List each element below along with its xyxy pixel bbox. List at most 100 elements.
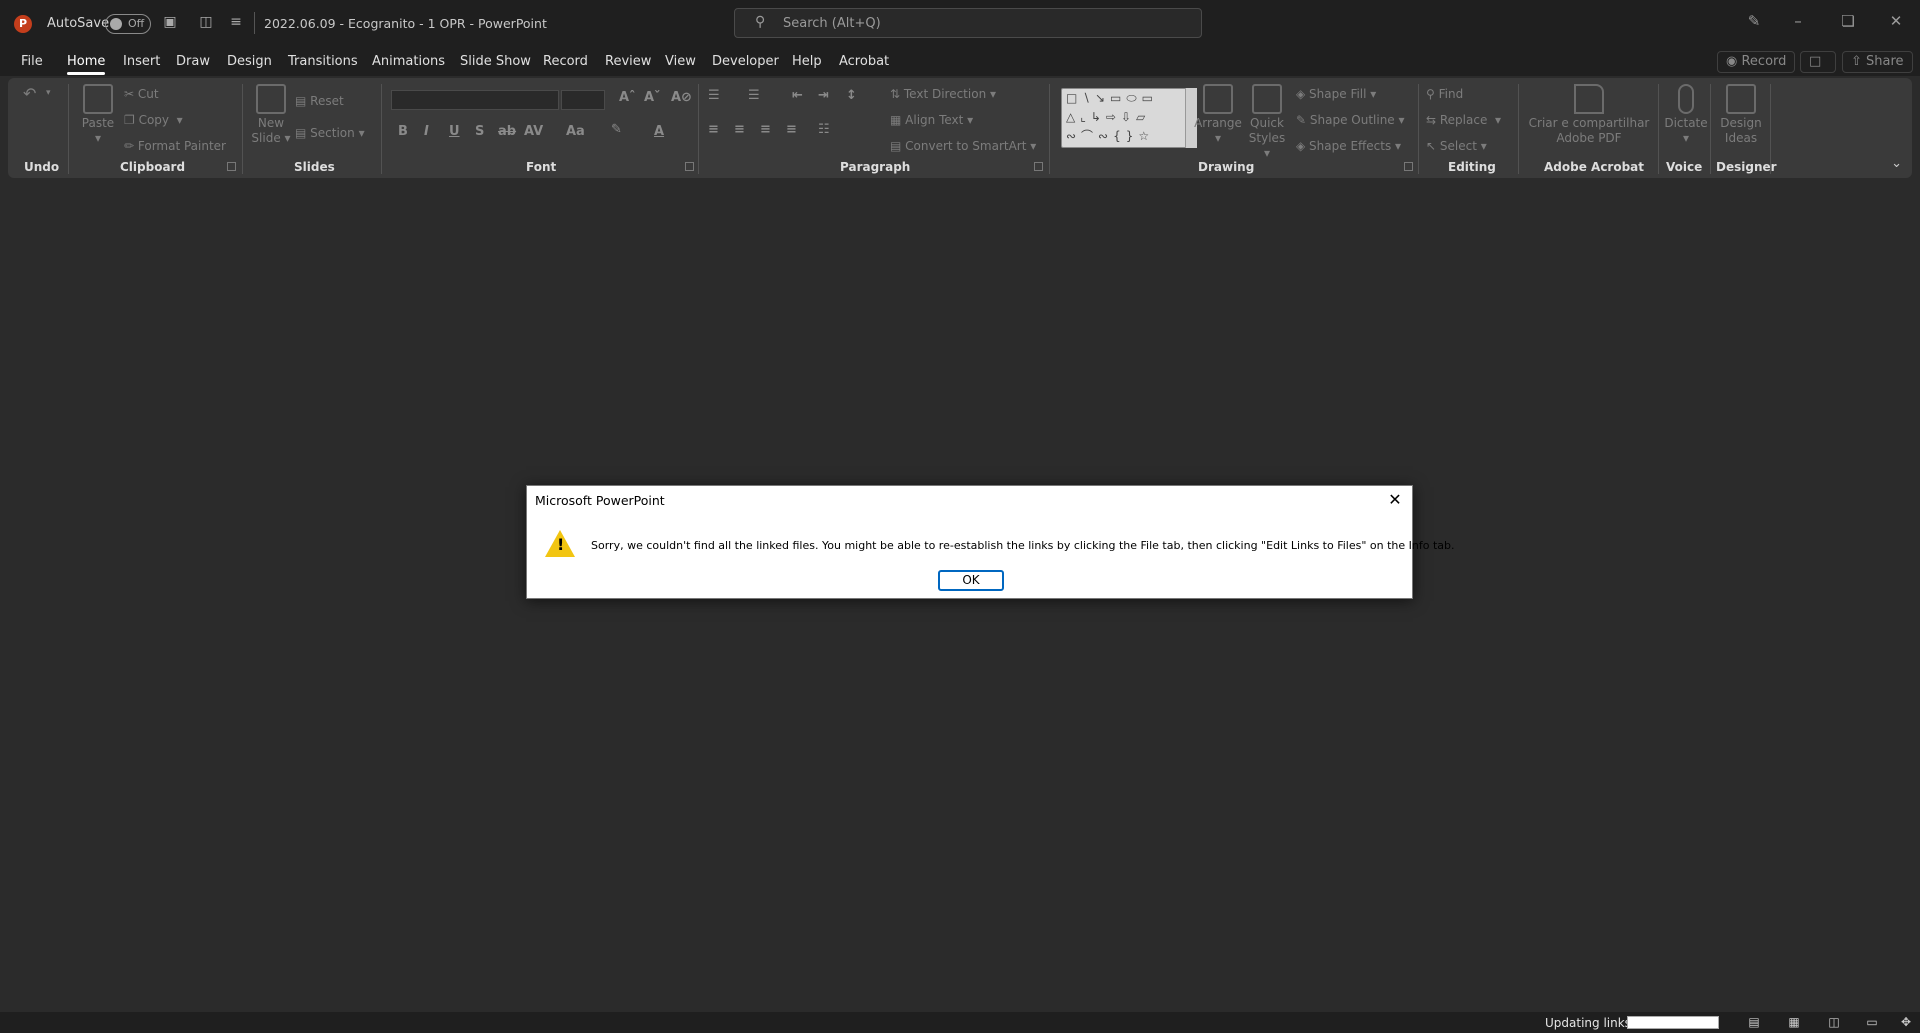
- collapse-ribbon-icon[interactable]: ⌄: [1891, 156, 1902, 171]
- paragraph-launcher-icon[interactable]: [1034, 162, 1043, 171]
- record-button[interactable]: ◉ Record: [1717, 51, 1796, 73]
- share-button[interactable]: ⇧ Share: [1842, 51, 1913, 73]
- minimize-icon[interactable]: –: [1786, 12, 1810, 34]
- drawing-launcher-icon[interactable]: [1404, 162, 1413, 171]
- tab-insert[interactable]: Insert: [123, 54, 160, 69]
- tab-record[interactable]: Record: [543, 54, 588, 69]
- customize-quick-access-icon[interactable]: ≡: [226, 14, 246, 34]
- slide-sorter-icon[interactable]: ▦: [1786, 1015, 1802, 1030]
- dialog-close-icon[interactable]: ✕: [1384, 489, 1406, 511]
- find-button[interactable]: ⚲ Find: [1426, 87, 1463, 101]
- text-direction-button[interactable]: ⇅ Text Direction ▾: [890, 87, 996, 101]
- slide-show-icon[interactable]: ▭: [1864, 1015, 1880, 1030]
- cut-button[interactable]: ✂ Cut: [124, 87, 159, 101]
- format-painter-button[interactable]: ✏ Format Painter: [124, 139, 226, 153]
- pdf-icon: [1574, 84, 1604, 114]
- line-spacing-icon[interactable]: ↕: [846, 88, 857, 103]
- arrange-label: Arrange: [1194, 116, 1242, 130]
- autosave-toggle[interactable]: Off: [105, 14, 151, 34]
- bullets-icon[interactable]: ☰: [708, 88, 720, 103]
- section-button[interactable]: ▤ Section ▾: [295, 126, 365, 140]
- justify-icon[interactable]: ≡: [786, 122, 797, 137]
- pen-icon[interactable]: ✎: [1742, 12, 1766, 34]
- fit-slide-icon[interactable]: ✥: [1898, 1015, 1914, 1030]
- clear-formatting-icon[interactable]: A⊘: [671, 90, 692, 105]
- italic-button[interactable]: I: [424, 124, 429, 139]
- group-label-voice: Voice: [1666, 160, 1703, 174]
- font-color-icon[interactable]: A: [654, 124, 664, 139]
- new-slide-button[interactable]: New Slide ▾: [248, 84, 294, 146]
- shape-outline-button[interactable]: ✎ Shape Outline ▾: [1296, 113, 1405, 127]
- character-spacing-button[interactable]: AV: [524, 124, 543, 139]
- tab-animations[interactable]: Animations: [372, 54, 445, 69]
- comments-icon[interactable]: □: [1800, 51, 1836, 73]
- save-icon[interactable]: ▣: [160, 14, 180, 34]
- font-launcher-icon[interactable]: [685, 162, 694, 171]
- shapes-gallery[interactable]: □∖↘▭⬭▭ △⌞↳⇨⇩▱ ∾⌒∾{}☆: [1061, 88, 1197, 148]
- tab-help[interactable]: Help: [792, 54, 822, 69]
- undo-icon[interactable]: ↶: [23, 84, 36, 103]
- dictate-button[interactable]: Dictate ▾: [1664, 84, 1708, 146]
- select-button[interactable]: ↖ Select ▾: [1426, 139, 1487, 153]
- quick-styles-button[interactable]: Quick Styles ▾: [1244, 84, 1290, 161]
- columns-icon[interactable]: ☷: [818, 122, 830, 137]
- tab-review[interactable]: Review: [605, 54, 651, 69]
- undo-dropdown-icon[interactable]: ▾: [46, 88, 51, 98]
- highlight-color-icon[interactable]: ✎: [611, 122, 622, 137]
- numbering-icon[interactable]: ☰: [748, 88, 760, 103]
- present-from-beginning-icon[interactable]: ◫: [196, 14, 216, 34]
- arrange-button[interactable]: Arrange ▾: [1194, 84, 1242, 146]
- tab-developer[interactable]: Developer: [712, 54, 779, 69]
- ok-button[interactable]: OK: [938, 570, 1004, 591]
- font-size-combo[interactable]: [561, 90, 605, 110]
- text-shadow-button[interactable]: S: [475, 124, 484, 139]
- change-case-button[interactable]: Aa: [566, 124, 585, 139]
- search-box[interactable]: ⚲ Search (Alt+Q): [734, 8, 1202, 38]
- tab-acrobat[interactable]: Acrobat: [839, 54, 889, 69]
- normal-view-icon[interactable]: ▤: [1746, 1015, 1762, 1030]
- convert-smartart-button[interactable]: ▤ Convert to SmartArt ▾: [890, 139, 1036, 153]
- group-label-adobe-acrobat: Adobe Acrobat: [1544, 160, 1645, 174]
- arrange-icon: [1203, 84, 1233, 114]
- powerpoint-logo-icon: P: [14, 15, 32, 33]
- paste-icon: [83, 84, 113, 114]
- restore-icon[interactable]: ❏: [1836, 12, 1860, 34]
- paste-button[interactable]: Paste ▾: [78, 84, 118, 146]
- replace-button[interactable]: ⇆ Replace ▾: [1426, 113, 1501, 127]
- autosave-state: Off: [128, 17, 145, 30]
- tab-file[interactable]: File: [21, 54, 43, 69]
- design-ideas-button[interactable]: Design Ideas: [1716, 84, 1766, 146]
- tab-view[interactable]: View: [665, 54, 696, 69]
- dictate-label: Dictate: [1664, 116, 1708, 130]
- increase-font-size-icon[interactable]: Aˆ: [619, 90, 636, 105]
- new-slide-label-2: Slide: [251, 131, 281, 145]
- shape-effects-button[interactable]: ◈ Shape Effects ▾: [1296, 139, 1401, 153]
- align-right-icon[interactable]: ≡: [760, 122, 771, 137]
- decrease-indent-icon[interactable]: ⇤: [792, 88, 803, 103]
- reset-button[interactable]: ▤ Reset: [295, 94, 344, 108]
- underline-button[interactable]: U: [449, 124, 460, 139]
- tab-transitions[interactable]: Transitions: [288, 54, 358, 69]
- tab-home[interactable]: Home: [67, 54, 106, 75]
- align-center-icon[interactable]: ≡: [734, 122, 745, 137]
- paste-label: Paste: [81, 116, 115, 130]
- tab-design[interactable]: Design: [227, 54, 272, 69]
- shape-fill-button[interactable]: ◈ Shape Fill ▾: [1296, 87, 1376, 101]
- font-name-combo[interactable]: [391, 90, 559, 110]
- copy-button[interactable]: ❐ Copy ▾: [124, 113, 183, 127]
- close-window-icon[interactable]: ✕: [1884, 12, 1908, 34]
- strikethrough-button[interactable]: ab: [498, 124, 516, 139]
- bold-button[interactable]: B: [398, 124, 408, 139]
- tab-draw[interactable]: Draw: [176, 54, 210, 69]
- align-left-icon[interactable]: ≡: [708, 122, 719, 137]
- reading-view-icon[interactable]: ◫: [1826, 1015, 1842, 1030]
- tab-slide-show[interactable]: Slide Show: [460, 54, 531, 69]
- clipboard-launcher-icon[interactable]: [227, 162, 236, 171]
- microphone-icon: [1678, 84, 1694, 114]
- group-divider: [68, 84, 69, 174]
- group-divider: [381, 84, 382, 174]
- create-share-pdf-button[interactable]: Criar e compartilhar Adobe PDF: [1528, 84, 1650, 146]
- align-text-button[interactable]: ▦ Align Text ▾: [890, 113, 973, 127]
- decrease-font-size-icon[interactable]: Aˇ: [644, 90, 661, 105]
- increase-indent-icon[interactable]: ⇥: [818, 88, 829, 103]
